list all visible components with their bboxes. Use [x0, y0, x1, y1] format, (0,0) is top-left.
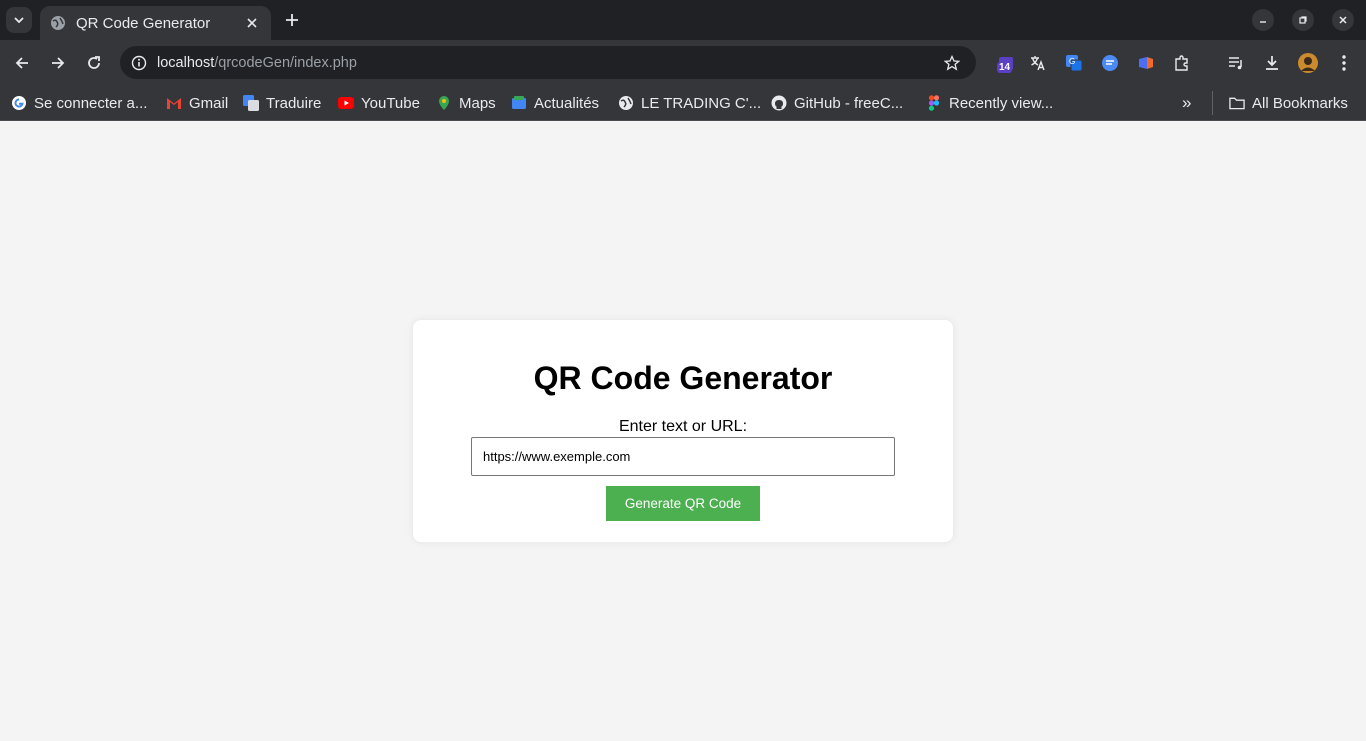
svg-text:G: G: [1069, 57, 1075, 66]
close-tab-icon[interactable]: [243, 14, 261, 32]
extension-translate-button[interactable]: [1025, 50, 1051, 76]
input-label: Enter text or URL:: [618, 418, 748, 435]
menu-button[interactable]: [1331, 50, 1357, 76]
downloads-button[interactable]: [1259, 50, 1285, 76]
bookmark-label: Gmail: [189, 94, 229, 112]
bookmark-item[interactable]: Se connecter a...: [11, 91, 147, 115]
chat-icon: [1102, 55, 1118, 71]
figma-icon: [926, 95, 942, 111]
playlist-icon: [1229, 57, 1242, 70]
extension-badge: 14: [997, 62, 1013, 73]
reading-list-button[interactable]: [1223, 50, 1249, 76]
bookmark-item[interactable]: GitHub - freeC...: [771, 91, 903, 115]
bookmark-label: GitHub - freeC...: [794, 94, 904, 112]
all-bookmarks-label: All Bookmarks: [1252, 94, 1348, 112]
maps-icon: [436, 95, 452, 111]
globe-icon: [618, 95, 634, 111]
chevron-down-icon: [14, 17, 24, 24]
restore-icon: [1299, 16, 1307, 24]
arrow-left-icon: [15, 57, 28, 69]
all-bookmarks-button[interactable]: All Bookmarks: [1212, 91, 1348, 115]
bookmark-label: Recently view...: [949, 94, 1054, 112]
text-url-input[interactable]: [471, 437, 895, 476]
media-extension-icon: [1139, 57, 1153, 69]
extension-chat-button[interactable]: [1097, 50, 1123, 76]
globe-icon: [50, 15, 66, 31]
bookmark-label: Maps: [459, 94, 496, 112]
google-icon: [11, 95, 27, 111]
gmail-icon: [166, 95, 182, 111]
bookmark-label: Traduire: [266, 94, 322, 112]
bookmark-label: YouTube: [361, 94, 420, 112]
page-content: QR Code Generator Enter text or URL: Gen…: [0, 121, 1366, 741]
reload-button[interactable]: [81, 50, 107, 76]
youtube-icon: [338, 95, 354, 111]
arrow-right-icon: [52, 57, 65, 69]
translate-icon: [243, 95, 259, 111]
puzzle-icon: [1175, 55, 1188, 71]
bookmark-item[interactable]: Actualités: [511, 91, 599, 115]
bookmark-item[interactable]: Gmail: [166, 91, 228, 115]
chevron-double-right-icon: »: [1182, 93, 1192, 112]
reload-icon: [88, 56, 100, 69]
url-text: localhost/qrcodeGen/index.php: [157, 55, 357, 71]
extension-google-translate-button[interactable]: G: [1061, 50, 1087, 76]
plus-icon: [286, 14, 298, 26]
more-vert-icon: [1342, 55, 1346, 71]
site-info-icon[interactable]: [122, 46, 156, 79]
bookmarks-overflow-button[interactable]: »: [1182, 91, 1191, 115]
bookmark-label: Actualités: [534, 94, 600, 112]
address-bar[interactable]: localhost/qrcodeGen/index.php: [120, 46, 976, 79]
extensions-button[interactable]: [1169, 50, 1195, 76]
bookmark-label: LE TRADING C'...: [641, 94, 762, 112]
github-icon: [771, 95, 787, 111]
bookmarks-bar: Se connecter a... Gmail Traduire YouTube…: [0, 85, 1366, 121]
translate-icon: [1031, 56, 1045, 71]
page-title: QR Code Generator: [533, 360, 833, 396]
bookmark-item[interactable]: Maps: [436, 91, 496, 115]
bookmark-item[interactable]: LE TRADING C'...: [618, 91, 761, 115]
tab-title: QR Code Generator: [76, 14, 211, 32]
new-tab-button[interactable]: [280, 8, 304, 32]
tab-active[interactable]: QR Code Generator: [40, 6, 271, 40]
bookmark-item[interactable]: Traduire: [243, 91, 321, 115]
generate-qr-button[interactable]: Generate QR Code: [606, 486, 760, 521]
url-host: localhost: [157, 54, 215, 71]
tab-strip: QR Code Generator: [0, 0, 1366, 40]
close-icon: [1339, 16, 1347, 24]
bookmark-star-icon[interactable]: [942, 53, 962, 73]
back-button[interactable]: [9, 50, 35, 76]
profile-avatar[interactable]: [1295, 50, 1321, 76]
bookmark-item[interactable]: YouTube: [338, 91, 420, 115]
news-icon: [511, 95, 527, 111]
close-window-button[interactable]: [1332, 9, 1354, 31]
bookmark-label: Se connecter a...: [34, 94, 148, 112]
google-translate-icon: G: [1066, 55, 1083, 72]
extension-media-button[interactable]: [1133, 50, 1159, 76]
bookmark-item[interactable]: Recently view...: [926, 91, 1053, 115]
restore-button[interactable]: [1292, 9, 1314, 31]
forward-button[interactable]: [45, 50, 71, 76]
tab-search-button[interactable]: [6, 7, 32, 33]
avatar-icon: [1298, 53, 1318, 73]
download-icon: [1266, 56, 1278, 70]
browser-chrome: QR Code Generator localhost/qrcodeGen/in…: [0, 0, 1366, 121]
folder-icon: [1229, 95, 1245, 111]
toolbar: localhost/qrcodeGen/index.php G: [0, 40, 1366, 85]
url-path: /qrcodeGen/index.php: [214, 54, 357, 71]
minimize-button[interactable]: [1252, 9, 1274, 31]
qr-form-card: QR Code Generator Enter text or URL: Gen…: [413, 320, 953, 542]
minimize-icon: [1260, 21, 1266, 23]
